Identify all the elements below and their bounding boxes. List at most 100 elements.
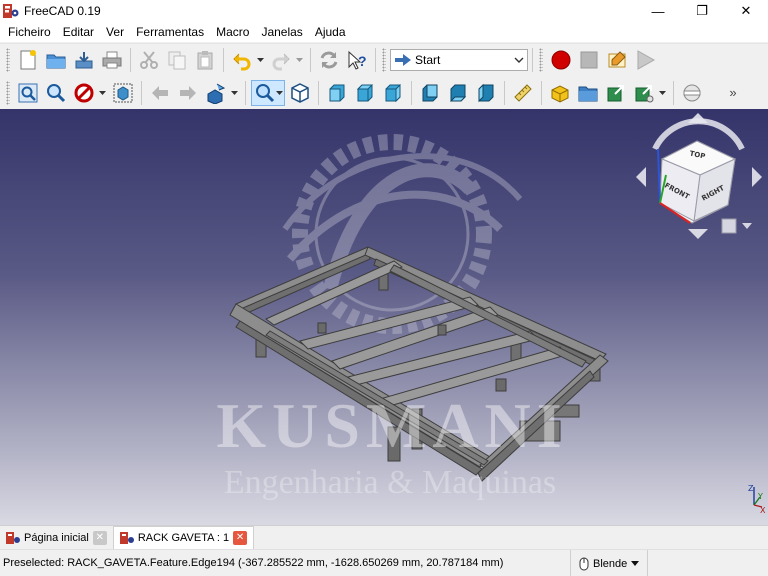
orbit-right-arrow-icon[interactable]: [752, 167, 762, 187]
view-left-icon[interactable]: [473, 80, 499, 106]
stop-macro-icon[interactable]: [576, 47, 602, 73]
edit-macro-icon[interactable]: [604, 47, 630, 73]
toolbar-grip[interactable]: [539, 48, 543, 72]
axis-indicator-icon: Z Y X: [748, 484, 766, 515]
record-macro-icon[interactable]: [548, 47, 574, 73]
view-right-icon[interactable]: [380, 80, 406, 106]
orbit-up-arrow-icon[interactable]: [688, 113, 708, 123]
chevron-down-icon: [514, 57, 524, 63]
paste-icon[interactable]: [192, 47, 218, 73]
axis-z-line: [657, 148, 661, 204]
refresh-icon[interactable]: [316, 47, 342, 73]
redo-icon[interactable]: [268, 47, 294, 73]
menu-macro[interactable]: Macro: [210, 22, 255, 42]
cut-icon[interactable]: [136, 47, 162, 73]
title-bar: FreeCAD 0.19 — ❐ ✕: [0, 0, 768, 22]
chevron-down-icon: [275, 90, 283, 95]
toolbar-separator: [310, 48, 311, 72]
menu-janelas[interactable]: Janelas: [255, 22, 308, 42]
undo-dropdown-icon[interactable]: [256, 47, 265, 73]
view-toolbar: »: [0, 76, 768, 109]
navigation-style-selector[interactable]: Blende: [570, 550, 649, 576]
clipping-plane-icon[interactable]: [679, 80, 705, 106]
navigation-cube[interactable]: TOP FRONT RIGHT: [636, 113, 762, 239]
menu-ficheiro[interactable]: Ficheiro: [2, 22, 57, 42]
print-icon[interactable]: [99, 47, 125, 73]
create-part-icon[interactable]: [547, 80, 573, 106]
orbit-left-arrow-icon[interactable]: [636, 167, 646, 187]
start-arrow-icon: [395, 54, 411, 66]
axis-z-label: Z: [748, 484, 754, 493]
view-menu-cube-icon[interactable]: [721, 218, 737, 234]
menu-bar: Ficheiro Editar Ver Ferramentas Macro Ja…: [0, 22, 768, 42]
toolbar-grip[interactable]: [382, 48, 386, 72]
orbit-down-arrow-icon[interactable]: [688, 229, 708, 239]
forward-arrow-icon[interactable]: [175, 80, 201, 106]
view-isometric-icon[interactable]: [287, 80, 313, 106]
3d-viewport[interactable]: KUSMANI Engenharia & Maquinas TOP FRONT …: [0, 109, 768, 525]
minimize-button[interactable]: —: [636, 0, 680, 22]
draw-style-dropdown-icon[interactable]: [98, 80, 107, 106]
draw-style-icon[interactable]: [71, 80, 97, 106]
execute-macro-icon[interactable]: [632, 47, 658, 73]
make-link-icon[interactable]: [603, 80, 629, 106]
toolbar-separator: [673, 80, 674, 105]
toolbar-separator: [141, 80, 142, 105]
toolbar-separator: [411, 80, 412, 105]
close-button[interactable]: ✕: [724, 0, 768, 22]
workbench-selector[interactable]: Start: [390, 49, 528, 71]
more-tools-icon[interactable]: »: [720, 80, 746, 106]
tab-close-icon[interactable]: ✕: [233, 531, 248, 545]
maximize-button[interactable]: ❐: [680, 0, 724, 22]
tab-rack-gaveta[interactable]: RACK GAVETA : 1 ✕: [112, 526, 255, 549]
mouse-icon: [579, 557, 589, 570]
save-icon[interactable]: [71, 47, 97, 73]
axis-y-label: Y: [757, 492, 763, 501]
view-bottom-icon[interactable]: [445, 80, 471, 106]
menu-ver[interactable]: Ver: [100, 22, 130, 42]
watermark-title: KUSMANI: [216, 390, 567, 461]
toolbar-separator: [504, 80, 505, 105]
undo-icon[interactable]: [229, 47, 255, 73]
toolbar-grip[interactable]: [6, 48, 10, 72]
view-menu-arrow-icon[interactable]: [742, 223, 752, 229]
copy-icon[interactable]: [164, 47, 190, 73]
open-folder-icon[interactable]: [43, 47, 69, 73]
view-top-icon[interactable]: [352, 80, 378, 106]
svg-text:?: ?: [358, 53, 367, 69]
menu-editar[interactable]: Editar: [57, 22, 100, 42]
measure-distance-icon[interactable]: [510, 80, 536, 106]
toolbar-grip[interactable]: [6, 80, 10, 105]
tab-label: Página inicial: [24, 531, 89, 544]
view-fit-button[interactable]: [251, 79, 285, 106]
tab-label: RACK GAVETA : 1: [137, 532, 230, 544]
watermark-subtitle: Engenharia & Maquinas: [224, 464, 556, 501]
main-toolbar: ? Start: [0, 43, 768, 76]
link-dropdown-icon[interactable]: [230, 80, 239, 106]
menu-ferramentas[interactable]: Ferramentas: [130, 22, 210, 42]
new-file-icon[interactable]: [15, 47, 41, 73]
tab-pagina-inicial[interactable]: Página inicial ✕: [0, 526, 113, 549]
bounding-box-icon[interactable]: [110, 80, 136, 106]
link-actions-dropdown-icon[interactable]: [658, 80, 667, 106]
status-bar: Preselected: RACK_GAVETA.Feature.Edge194…: [0, 549, 768, 576]
redo-dropdown-icon[interactable]: [295, 47, 304, 73]
fit-selection-icon[interactable]: [43, 80, 69, 106]
toolbar-separator: [375, 48, 376, 72]
freecad-logo-icon: [3, 4, 19, 18]
whats-this-icon[interactable]: ?: [344, 47, 370, 73]
menu-ajuda[interactable]: Ajuda: [309, 22, 352, 42]
freecad-document-icon: [119, 532, 134, 544]
tab-close-icon[interactable]: ✕: [92, 530, 107, 545]
view-front-icon[interactable]: [324, 80, 350, 106]
link-actions-icon[interactable]: [631, 80, 657, 106]
status-message: Preselected: RACK_GAVETA.Feature.Edge194…: [3, 557, 504, 569]
fit-all-icon[interactable]: [15, 80, 41, 106]
link-make-icon[interactable]: [203, 80, 229, 106]
view-rear-icon[interactable]: [417, 80, 443, 106]
create-group-icon[interactable]: [575, 80, 601, 106]
toolbar-separator: [532, 48, 533, 72]
back-arrow-icon[interactable]: [147, 80, 173, 106]
workbench-selected-label: Start: [415, 53, 441, 67]
toolbar-separator: [245, 80, 246, 105]
